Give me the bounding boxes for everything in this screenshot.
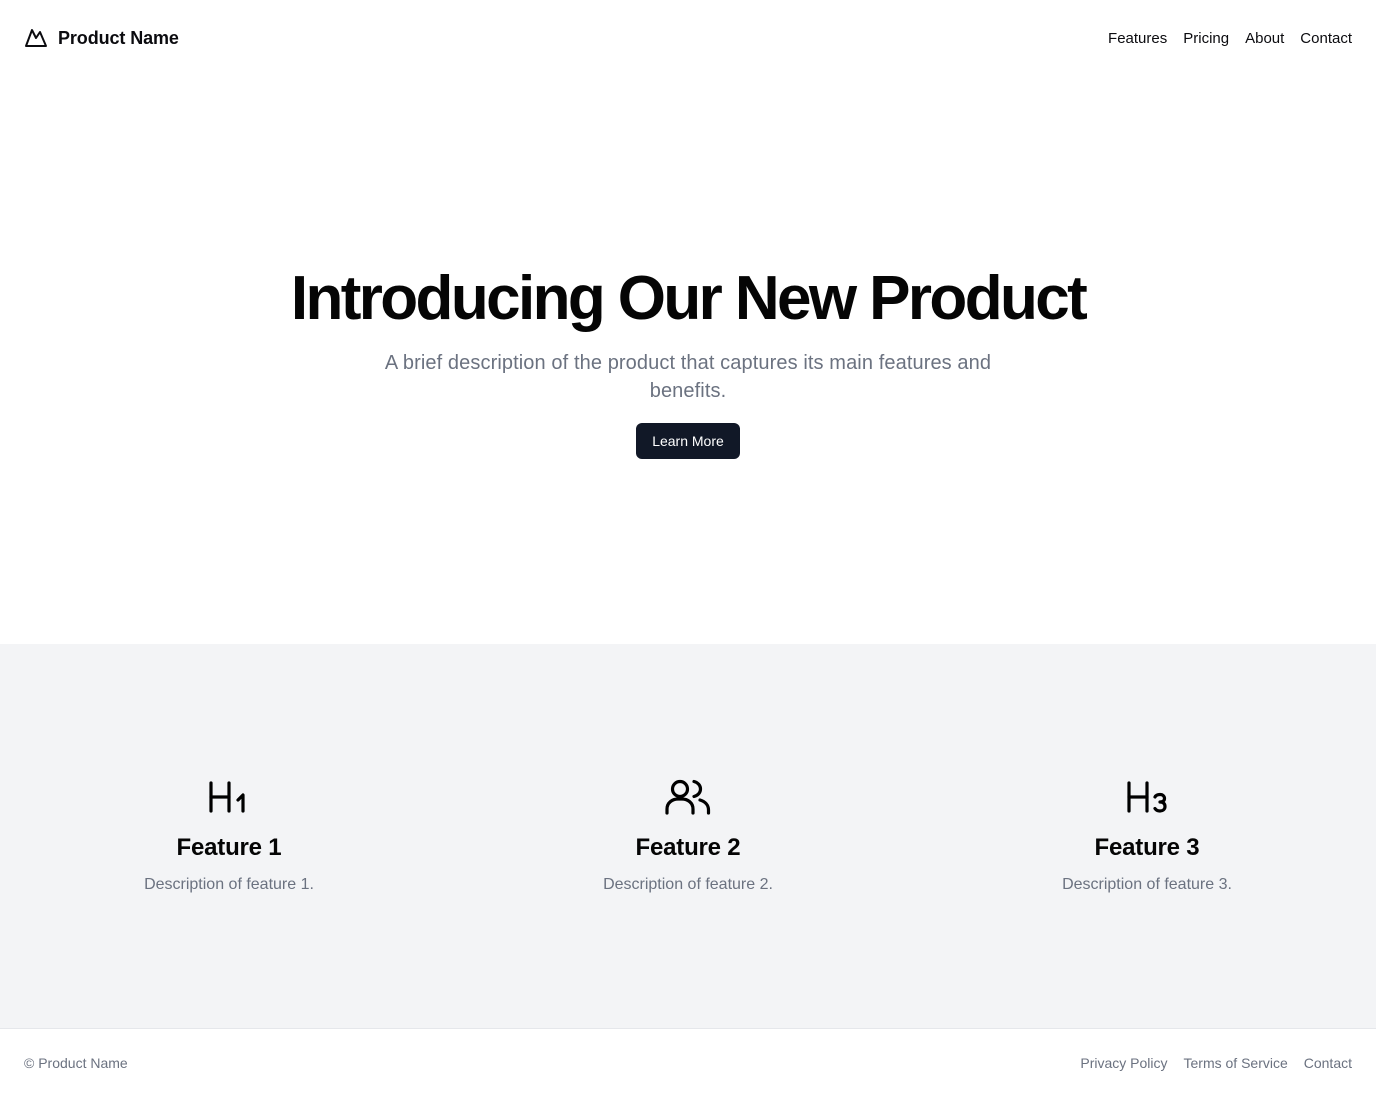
footer-contact-link[interactable]: Contact (1304, 1055, 1352, 1071)
feature-card: Feature 2 Description of feature 2. (459, 778, 917, 1028)
main-nav: Features Pricing About Contact (1108, 30, 1352, 47)
site-footer: © Product Name Privacy Policy Terms of S… (0, 1028, 1376, 1097)
nav-pricing-link[interactable]: Pricing (1183, 30, 1229, 47)
feature-card: Feature 3 Description of feature 3. (918, 778, 1376, 1028)
nav-contact-link[interactable]: Contact (1300, 30, 1352, 47)
users-icon (665, 778, 711, 816)
features-section: Feature 1 Description of feature 1. Feat… (0, 644, 1376, 1028)
heading-3-icon (1126, 778, 1168, 816)
hero-title: Introducing Our New Product (290, 264, 1088, 333)
feature-title: Feature 2 (635, 834, 741, 861)
footer-copyright: © Product Name (24, 1055, 128, 1071)
brand-name: Product Name (58, 27, 179, 48)
feature-card: Feature 1 Description of feature 1. (0, 778, 458, 1028)
terms-of-service-link[interactable]: Terms of Service (1184, 1055, 1288, 1071)
feature-description: Description of feature 1. (144, 876, 314, 893)
heading-1-icon (208, 778, 250, 816)
nav-features-link[interactable]: Features (1108, 30, 1167, 47)
hero-description: A brief description of the product that … (384, 352, 992, 403)
brand-link[interactable]: Product Name (24, 26, 179, 50)
feature-title: Feature 1 (176, 834, 282, 861)
privacy-policy-link[interactable]: Privacy Policy (1080, 1055, 1167, 1071)
footer-nav: Privacy Policy Terms of Service Contact (1080, 1055, 1352, 1071)
feature-description: Description of feature 2. (603, 876, 773, 893)
site-header: Product Name Features Pricing About Cont… (0, 0, 1376, 76)
feature-title: Feature 3 (1094, 834, 1200, 861)
mountain-icon (24, 26, 48, 50)
learn-more-button[interactable]: Learn More (636, 423, 740, 460)
hero-section: Introducing Our New Product A brief desc… (0, 76, 1376, 644)
feature-description: Description of feature 3. (1062, 876, 1232, 893)
nav-about-link[interactable]: About (1245, 30, 1284, 47)
